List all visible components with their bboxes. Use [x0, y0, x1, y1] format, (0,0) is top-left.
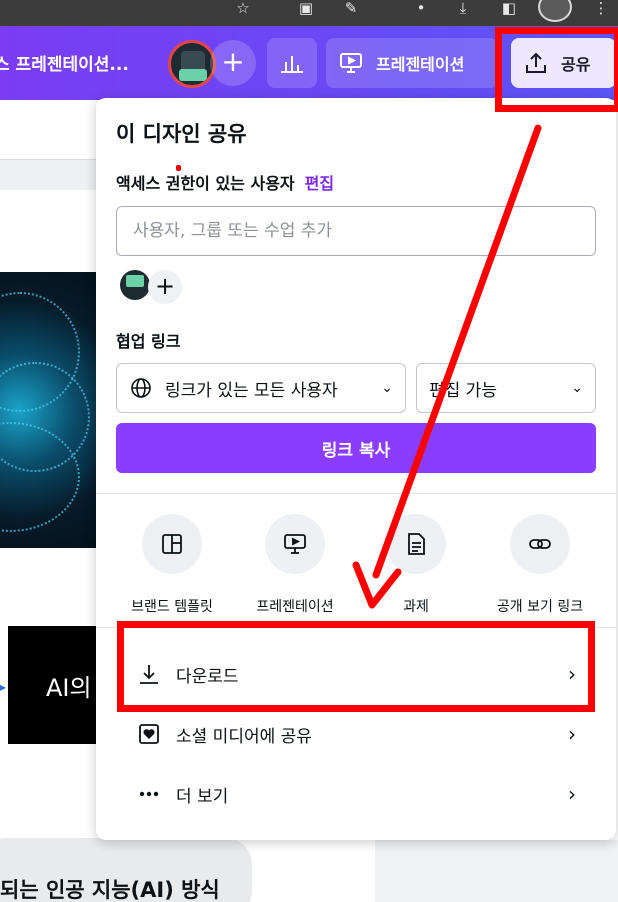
social-share-label: 소셜 미디어에 공유 [176, 726, 312, 747]
annotation-box-download [117, 621, 595, 712]
add-member-button[interactable]: + [148, 270, 182, 304]
more-icon [136, 781, 162, 807]
present-label: 프레젠테이션 [376, 55, 465, 74]
screenshot-icon[interactable]: ▣ [295, 0, 317, 16]
quick-action-label: 과제 [403, 599, 429, 615]
chevron-down-icon: ⌄ [381, 380, 393, 396]
presentation-icon [265, 514, 325, 574]
quick-action-presentation[interactable]: 프레젠테이션 [239, 514, 351, 616]
avatar-badge-shape [179, 69, 207, 81]
copy-link-button[interactable]: 링크 복사 [116, 423, 596, 473]
insights-button[interactable] [267, 38, 317, 88]
access-label: 액세스 권한이 있는 사용자 [116, 174, 295, 193]
document-title[interactable]: 스 프레젠테이션... [0, 50, 144, 75]
edit-icon[interactable]: ✎ [340, 0, 362, 16]
section-divider [96, 493, 616, 494]
access-edit-link[interactable]: 편집 [305, 170, 334, 194]
share-panel: 이 디자인 공유 액세스 권한이 있는 사용자 편집 + 협업 링크 링크가 있… [96, 98, 616, 840]
quick-action-label: 공개 보기 링크 [496, 599, 584, 615]
brand-template-icon [142, 514, 202, 574]
collab-link-label: 협업 링크 [116, 332, 181, 351]
slide-card[interactable]: AI의 [8, 626, 96, 744]
dot-icon[interactable]: • [410, 0, 432, 16]
canvas-gutter [375, 840, 618, 902]
assignment-icon [386, 514, 446, 574]
bar-chart-icon [281, 56, 303, 73]
add-collaborator-button[interactable]: + [210, 40, 256, 86]
caption-text: 되는 인공 지능(AI) 방식 [0, 878, 220, 902]
link-access-select[interactable]: 링크가 있는 모든 사용자 ⌄ [116, 363, 406, 413]
annotation-box-share [495, 27, 618, 112]
canvas-ruler-strip [0, 160, 96, 190]
link-access-value: 링크가 있는 모든 사용자 [165, 380, 338, 401]
avatar-badge-shape [126, 275, 144, 287]
quick-action-brand-template[interactable]: 브랜드 템플릿 [116, 514, 228, 616]
chevron-right-icon: › [568, 722, 576, 746]
quick-action-assignment[interactable]: 과제 [360, 514, 472, 616]
connector-arrow-icon: ▸ [0, 680, 7, 694]
chevron-down-icon: ⌄ [571, 380, 583, 396]
browser-profile-avatar[interactable] [538, 0, 572, 22]
more-label: 더 보기 [176, 786, 229, 807]
annotation-dot [176, 165, 181, 171]
access-row: 액세스 권한이 있는 사용자 편집 [116, 170, 334, 194]
link-icon [510, 514, 570, 574]
member-avatar[interactable] [120, 270, 150, 300]
link-permission-select[interactable]: 편집 가능 ⌄ [416, 363, 596, 413]
heart-icon [136, 721, 162, 747]
globe-icon [131, 378, 151, 398]
browser-menu-icon[interactable]: ⋮ [590, 0, 612, 16]
browser-toolbar: ☆ ▣ ✎ • ⤓ ◧ ⋮ [0, 0, 618, 26]
panel-title: 이 디자인 공유 [116, 122, 247, 146]
link-permission-value: 편집 가능 [429, 380, 497, 401]
present-button[interactable]: 프레젠테이션 [326, 38, 498, 88]
quick-action-label: 브랜드 템플릿 [131, 599, 213, 615]
quick-action-public-link[interactable]: 공개 보기 링크 [484, 514, 596, 616]
sidebar-icon[interactable]: ◧ [498, 0, 520, 16]
quick-action-label: 프레젠테이션 [256, 599, 334, 615]
add-people-input[interactable] [116, 206, 596, 256]
ai-brain-image[interactable] [0, 272, 96, 548]
presentation-icon [340, 53, 362, 73]
social-share-menu-item[interactable]: 소셜 미디어에 공유 › [96, 704, 616, 764]
download-tray-icon[interactable]: ⤓ [452, 0, 474, 16]
more-menu-item[interactable]: 더 보기 › [96, 764, 616, 824]
chevron-right-icon: › [568, 782, 576, 806]
collaborator-avatar[interactable] [168, 40, 216, 88]
star-icon[interactable]: ☆ [232, 0, 254, 16]
